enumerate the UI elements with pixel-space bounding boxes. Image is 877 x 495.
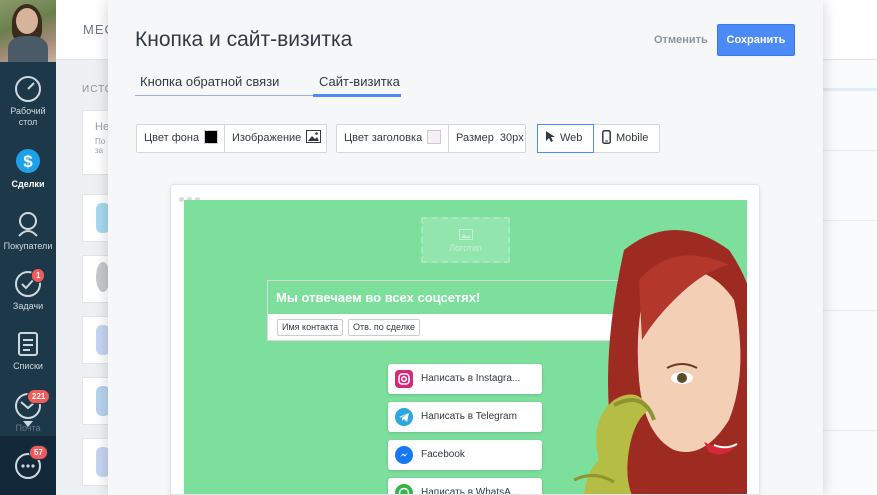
whatsapp-button-label: Написать в WhatsA... xyxy=(421,487,520,495)
header-size-field[interactable]: Размер 30px xyxy=(449,125,531,152)
phone-icon xyxy=(602,130,611,144)
tab-callback-button[interactable]: Кнопка обратной связи xyxy=(140,74,279,89)
instagram-icon xyxy=(395,370,413,388)
tabs-underline xyxy=(135,95,313,96)
instagram-button[interactable]: Написать в Instagra... xyxy=(388,364,542,394)
save-button[interactable]: Сохранить xyxy=(717,24,795,56)
telegram-icon xyxy=(395,408,413,426)
header-color-picker[interactable]: Цвет заголовка xyxy=(337,125,448,152)
image-icon xyxy=(458,229,473,240)
device-toggle: Web Mobile xyxy=(537,124,660,153)
cursor-icon xyxy=(546,131,555,142)
chip-contact-name[interactable]: Имя контакта xyxy=(277,319,344,336)
bg-color-label: Цвет фона xyxy=(144,132,200,144)
chats-badge: 57 xyxy=(29,445,48,460)
modal-tabs: Кнопка обратной связи Сайт-визитка xyxy=(135,68,401,97)
image-icon xyxy=(306,130,322,143)
mobile-label: Mobile xyxy=(616,132,649,144)
chip-deal-owner[interactable]: Отв. по сделке xyxy=(348,319,421,336)
nav-label-deals: Сделки xyxy=(11,179,45,189)
facebook-button[interactable]: Facebook xyxy=(388,440,542,470)
mobile-toggle[interactable]: Mobile xyxy=(595,125,655,152)
user-avatar[interactable] xyxy=(0,0,56,62)
nav-label-dashboard-2: стол xyxy=(18,117,38,127)
size-value: 30px xyxy=(499,132,524,144)
whatsapp-button[interactable]: Написать в WhatsA... xyxy=(388,478,542,495)
woman-photo xyxy=(573,230,747,494)
background-toolbar: Цвет фона Изображение xyxy=(136,124,327,153)
web-label: Web xyxy=(560,132,583,144)
widget-settings-modal: Кнопка и сайт-визитка Отменить Сохранить… xyxy=(108,0,823,495)
nav-item-customers[interactable]: Покупатели xyxy=(0,210,56,252)
whatsapp-icon xyxy=(395,484,413,494)
left-nav: Рабочий стол $ Сделки Покупатели Задачи … xyxy=(0,0,56,495)
nav-item-tasks[interactable]: Задачи xyxy=(0,270,56,312)
instagram-button-label: Написать в Instagra... xyxy=(421,373,521,384)
dashboard-icon xyxy=(15,76,41,102)
list-icon xyxy=(18,332,38,356)
scroll-down-icon[interactable] xyxy=(23,421,33,427)
site-preview-window: Логотип Мы отвечаем во всех соцсетях! Им… xyxy=(170,184,760,495)
messenger-icon xyxy=(395,446,413,464)
telegram-button-label: Написать в Telegram xyxy=(421,411,517,422)
web-toggle[interactable]: Web xyxy=(537,124,594,153)
image-picker[interactable]: Изображение xyxy=(225,125,328,152)
bg-color-swatch xyxy=(204,130,219,144)
svg-text:$: $ xyxy=(23,152,33,171)
facebook-button-label: Facebook xyxy=(421,449,465,460)
background-right-column xyxy=(822,60,877,495)
size-label: Размер xyxy=(456,132,494,144)
modal-title: Кнопка и сайт-визитка xyxy=(135,28,353,51)
nav-label-tasks: Задачи xyxy=(12,301,44,311)
logo-placeholder[interactable]: Логотип xyxy=(421,217,510,263)
nav-label-dashboard-1: Рабочий xyxy=(10,106,46,116)
nav-item-chats[interactable] xyxy=(0,452,56,483)
dollar-icon: $ xyxy=(16,149,40,173)
header-color-swatch xyxy=(427,130,442,144)
bg-color-picker[interactable]: Цвет фона xyxy=(137,125,225,152)
cancel-button[interactable]: Отменить xyxy=(654,34,708,46)
tab-business-card[interactable]: Сайт-визитка xyxy=(319,74,400,89)
nav-label-lists: Списки xyxy=(13,361,43,371)
customers-icon xyxy=(18,212,38,237)
nav-item-lists[interactable]: Списки xyxy=(0,330,56,372)
image-label: Изображение xyxy=(232,132,302,144)
site-preview-canvas[interactable]: Логотип Мы отвечаем во всех соцсетях! Им… xyxy=(184,200,747,495)
nav-item-deals[interactable]: $ Сделки xyxy=(0,146,56,190)
mail-badge: 221 xyxy=(27,389,51,404)
nav-item-dashboard[interactable]: Рабочий стол xyxy=(0,75,56,128)
nav-label-customers: Покупатели xyxy=(3,241,53,251)
header-color-label: Цвет заголовка xyxy=(344,132,423,144)
header-toolbar: Цвет заголовка Размер 30px xyxy=(336,124,526,153)
telegram-button[interactable]: Написать в Telegram xyxy=(388,402,542,432)
active-tab-indicator xyxy=(313,94,401,97)
logo-label: Логотип xyxy=(449,243,482,253)
